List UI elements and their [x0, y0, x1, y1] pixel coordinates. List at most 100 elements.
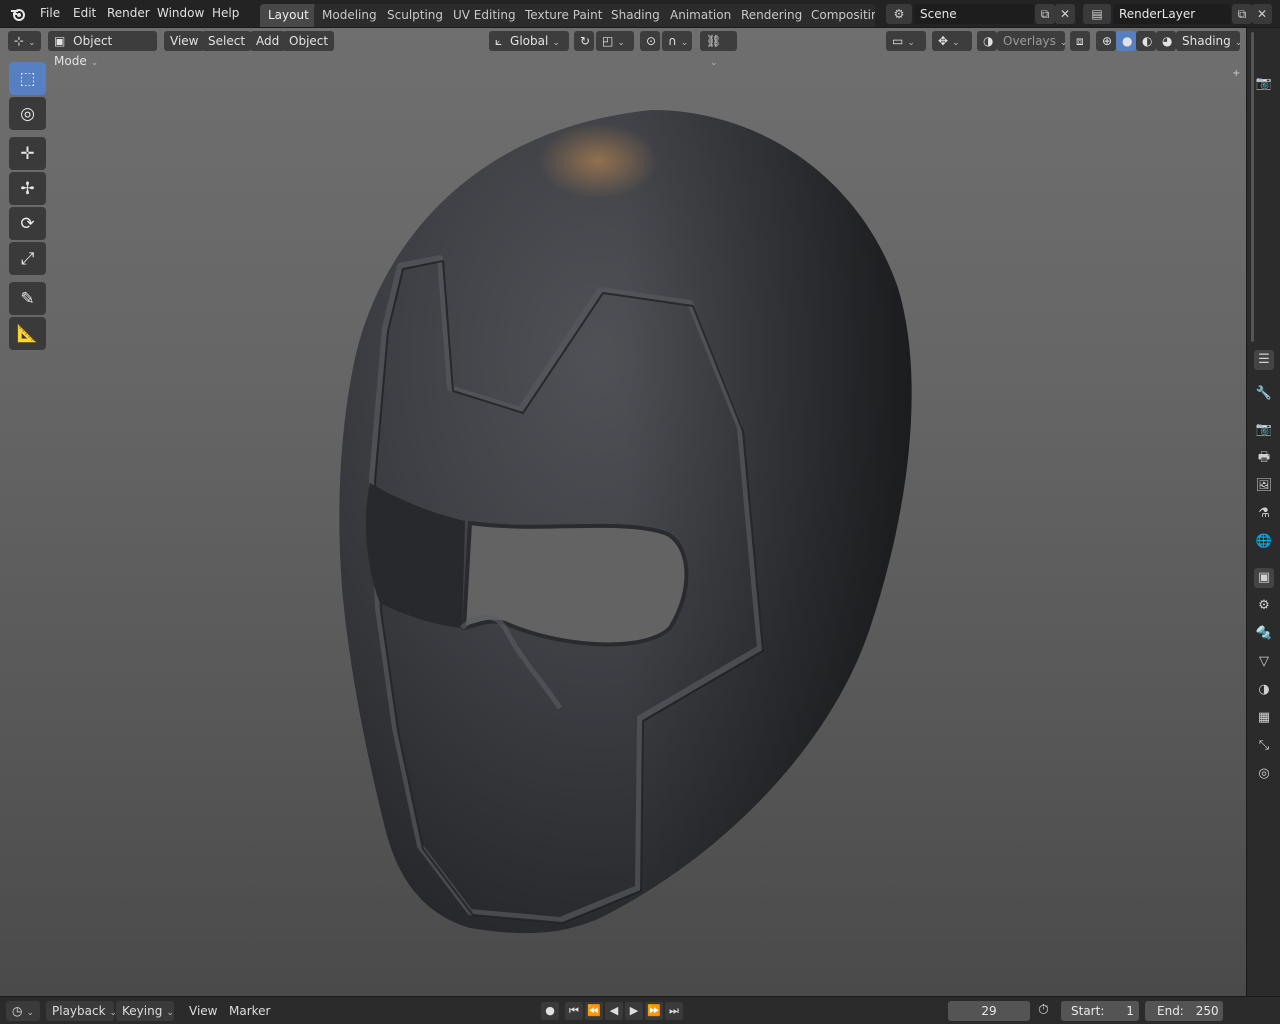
end-frame-field[interactable]: End: 250: [1145, 1001, 1223, 1021]
timeline-bar: ◷ ⌄ Playback ⌄ Keying ⌄ View Marker ● ⏮ ⏪ ◀…: [0, 996, 1280, 1024]
editor-type-button[interactable]: ⊹ ⌄: [8, 31, 41, 51]
scene-browse-icon[interactable]: ⚙: [886, 4, 912, 24]
tab-layout[interactable]: Layout: [260, 4, 317, 27]
overlays-toggle-icon[interactable]: ◑: [977, 31, 997, 51]
blender-logo-icon[interactable]: [9, 5, 27, 23]
shading-dropdown[interactable]: Shading ⌄: [1176, 31, 1242, 51]
data-tab-icon[interactable]: ▽: [1254, 652, 1274, 672]
constraints-tab-icon[interactable]: ⤡: [1254, 736, 1274, 756]
object-mode-icon: ▣: [54, 34, 66, 48]
keying-menu[interactable]: Keying ⌄: [116, 1001, 174, 1021]
shading-wireframe-icon[interactable]: ⊕: [1096, 31, 1116, 51]
stopwatch-icon[interactable]: ⏱: [1038, 1002, 1056, 1020]
scene-name-field[interactable]: Scene: [914, 4, 1034, 24]
record-icon[interactable]: ●: [541, 1002, 559, 1020]
world-tab-icon[interactable]: 🌐: [1254, 532, 1274, 552]
texture-tab-icon[interactable]: ▦: [1254, 708, 1274, 728]
overlays-dropdown[interactable]: Overlays ⌄: [997, 31, 1067, 51]
view-menu[interactable]: View: [164, 31, 205, 51]
object-tab-icon[interactable]: ▣: [1254, 568, 1274, 588]
mask-model[interactable]: [0, 28, 1246, 996]
xray-toggle-icon[interactable]: ⧈: [1070, 31, 1090, 51]
start-value: 1: [1126, 1004, 1134, 1018]
gizmo-button[interactable]: ✥ ⌄: [932, 31, 972, 51]
shading-material-icon[interactable]: ◐: [1136, 31, 1156, 51]
jump-end-icon[interactable]: ⏭: [665, 1002, 683, 1020]
keying-label: Keying: [122, 1004, 163, 1018]
marker-menu[interactable]: Marker: [229, 1001, 270, 1021]
particles-tab-icon[interactable]: ◎: [1254, 764, 1274, 784]
shading-solid-icon[interactable]: ●: [1116, 31, 1136, 51]
shading-rendered-icon[interactable]: ◕: [1156, 31, 1176, 51]
visibility-button[interactable]: ▭ ⌄: [886, 31, 926, 51]
tab-animation[interactable]: Animation: [662, 4, 740, 27]
tab-shading[interactable]: Shading: [603, 4, 668, 27]
shading-label: Shading: [1182, 34, 1231, 48]
outliner-toggle-icon[interactable]: ☰: [1254, 350, 1274, 370]
camera-icon[interactable]: 📷: [1254, 74, 1274, 94]
select-menu[interactable]: Select: [202, 31, 252, 51]
tab-rendering[interactable]: Rendering: [733, 4, 811, 27]
orientation-dropdown[interactable]: ⟀ Global ⌄: [489, 31, 569, 51]
strip-scrollbar[interactable]: [1251, 32, 1254, 342]
menu-render[interactable]: Render: [107, 6, 150, 20]
properties-strip: 📷 ☰ 🔧 📷 🖶 🖼 ⚗ 🌐 ▣ ⚙ 🔩 ▽ ◑ ▦ ⤡ ◎: [1246, 28, 1280, 996]
prev-keyframe-icon[interactable]: ⏪: [585, 1002, 603, 1020]
jump-start-icon[interactable]: ⏮: [565, 1002, 583, 1020]
next-keyframe-icon[interactable]: ⏩: [645, 1002, 663, 1020]
playback-menu[interactable]: Playback ⌄: [46, 1001, 117, 1021]
add-menu[interactable]: Add: [250, 31, 286, 51]
tab-modeling[interactable]: Modeling: [314, 4, 385, 27]
annotate-tool-icon[interactable]: ✎: [9, 282, 46, 315]
timeline-editor-type-icon[interactable]: ◷ ⌄: [6, 1001, 40, 1021]
orientation-label: Global: [510, 34, 549, 48]
view-layer-name-field[interactable]: RenderLayer: [1113, 4, 1231, 24]
view-layer-browse-icon[interactable]: ▤: [1083, 4, 1111, 24]
mode-dropdown[interactable]: ▣ Object Mode ⌄: [48, 31, 157, 68]
object-menu[interactable]: Object: [283, 31, 335, 51]
end-label: End:: [1157, 1004, 1184, 1018]
proportional-edit-button[interactable]: ⊙: [640, 31, 660, 51]
select-box-tool-icon[interactable]: ⬚: [9, 62, 46, 95]
output-tab-icon[interactable]: 🖶: [1254, 448, 1274, 468]
menu-window[interactable]: Window: [157, 6, 204, 20]
scene-tab-icon[interactable]: ⚗: [1254, 504, 1274, 524]
tool-settings-tab-icon[interactable]: 🔧: [1254, 384, 1274, 404]
render-tab-icon[interactable]: 📷: [1254, 420, 1274, 440]
play-icon[interactable]: ▶: [625, 1002, 643, 1020]
start-frame-field[interactable]: Start: 1: [1061, 1001, 1139, 1021]
rotate-tool-icon[interactable]: ⟳: [9, 207, 46, 240]
3d-viewport[interactable]: ⊹ ⌄ ▣ Object Mode ⌄ View Select Add Object…: [0, 28, 1246, 996]
menu-help[interactable]: Help: [212, 6, 239, 20]
play-reverse-icon[interactable]: ◀: [605, 1002, 623, 1020]
tab-texture-paint[interactable]: Texture Paint: [517, 4, 611, 27]
transform-tool-icon[interactable]: ✢: [9, 172, 46, 205]
view-layer-tab-icon[interactable]: 🖼: [1254, 476, 1274, 496]
view-layer-new-icon[interactable]: ⧉: [1232, 4, 1252, 24]
scene-remove-icon[interactable]: ✕: [1055, 4, 1075, 24]
axes-icon: ⟀: [495, 34, 503, 48]
physics-tab-icon[interactable]: 🔩: [1254, 624, 1274, 644]
start-label: Start:: [1071, 1004, 1105, 1018]
snap-button[interactable]: ◰ ⌄: [596, 31, 634, 51]
view-layer-remove-icon[interactable]: ✕: [1252, 4, 1272, 24]
transform-link-button[interactable]: ⛓⌄: [700, 31, 737, 68]
current-frame-field[interactable]: 29: [948, 1001, 1030, 1021]
pivot-point-button[interactable]: ↻: [574, 31, 594, 51]
sidebar-toggle-icon[interactable]: +: [1232, 68, 1244, 80]
tab-compositing[interactable]: Compositing: [803, 4, 875, 27]
tab-uv-editing[interactable]: UV Editing: [445, 4, 524, 27]
material-tab-icon[interactable]: ◑: [1254, 680, 1274, 700]
scene-new-icon[interactable]: ⧉: [1035, 4, 1055, 24]
modifiers-tab-icon[interactable]: ⚙: [1254, 596, 1274, 616]
menu-edit[interactable]: Edit: [73, 6, 96, 20]
end-value: 250: [1195, 1004, 1219, 1018]
tab-sculpting[interactable]: Sculpting: [379, 4, 452, 27]
scale-tool-icon[interactable]: ⤢: [9, 242, 46, 275]
measure-tool-icon[interactable]: 📐: [9, 317, 46, 350]
cursor-tool-icon[interactable]: ◎: [9, 97, 46, 130]
falloff-button[interactable]: ∩ ⌄: [662, 31, 692, 51]
timeline-view-menu[interactable]: View: [189, 1001, 217, 1021]
menu-file[interactable]: File: [40, 6, 60, 20]
move-tool-icon[interactable]: ✛: [9, 137, 46, 170]
